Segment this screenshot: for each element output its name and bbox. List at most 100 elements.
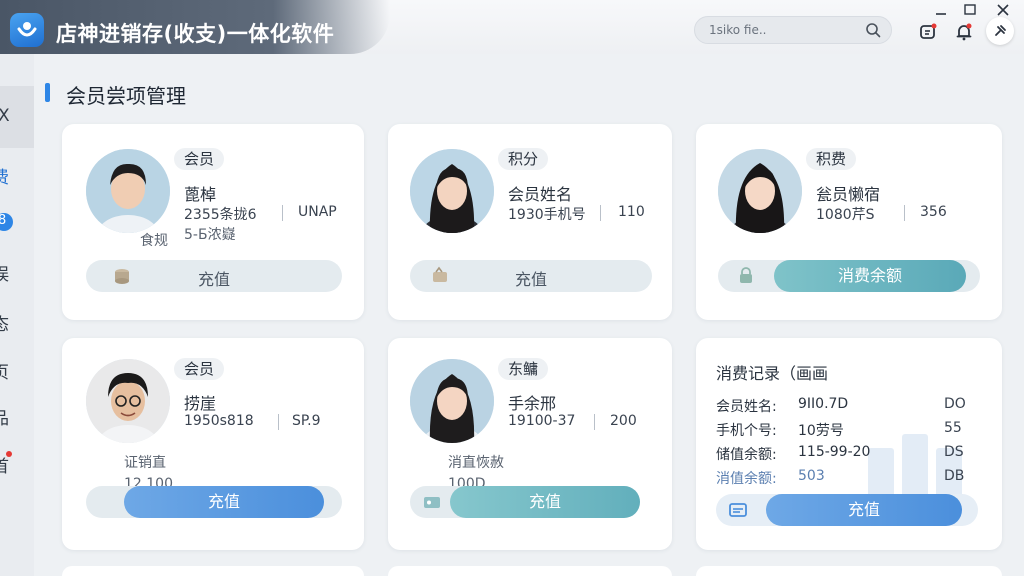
record-value: 10劳号 xyxy=(798,423,844,439)
avatar xyxy=(410,149,494,233)
divider xyxy=(600,205,601,221)
member-points: 200 xyxy=(610,413,637,429)
record-key: 储值余额: xyxy=(716,447,777,463)
search-icon[interactable] xyxy=(865,22,881,38)
member-phone: 1950s818 xyxy=(184,413,254,429)
member-card[interactable]: 积费 瓮员懒宿 1080芹S 356 消费余额 xyxy=(696,124,1002,320)
app-title: 店神进销存(收支)一体化软件 xyxy=(56,22,335,46)
member-phone: 2355条拢6 xyxy=(184,207,257,223)
record-code: DO xyxy=(944,396,966,412)
record-value: 115-99-20 xyxy=(798,444,871,460)
recharge-button-label: 充值 xyxy=(197,270,230,289)
member-name: 会员姓名 xyxy=(508,185,573,204)
sidebar-item-collapse[interactable]: X xyxy=(0,86,34,148)
recharge-button[interactable]: 充值 xyxy=(124,486,324,518)
consumption-record-card: 消费记录（画画 会员姓名: 9II0.7D DO 手机个号: 10劳号 55 储… xyxy=(696,338,1002,550)
member-name: 捞崖 xyxy=(184,394,217,413)
member-phone: 19100-37 xyxy=(508,413,576,429)
search-input[interactable]: 1siko fie.. xyxy=(694,16,892,44)
title-bar: 店神进销存(收支)一体化软件 1siko fie.. xyxy=(0,0,1024,54)
avatar xyxy=(86,149,170,233)
member-note: 证销直 xyxy=(124,455,166,471)
record-value: 9II0.7D xyxy=(798,396,849,412)
sidebar-item-label: 品 xyxy=(0,409,9,429)
member-name: 手余邢 xyxy=(508,394,557,413)
record-code: DS xyxy=(944,444,964,460)
record-value: 503 xyxy=(798,468,825,484)
sidebar-item-home[interactable]: 首 xyxy=(0,448,34,478)
coupon-icon xyxy=(424,497,440,508)
member-label: 食规 xyxy=(140,233,168,249)
divider xyxy=(904,205,905,221)
card-icon xyxy=(729,503,747,517)
avatar xyxy=(410,359,494,443)
member-level: SP.9 xyxy=(292,413,321,429)
divider xyxy=(594,414,595,430)
red-dot-icon xyxy=(6,451,12,457)
member-name: 瓮员懒宿 xyxy=(816,185,881,204)
sidebar-item-label: 娱 xyxy=(0,265,9,285)
sidebar-item-label: 8 xyxy=(0,213,7,228)
record-key: 手机个号: xyxy=(716,423,777,439)
sidebar-item-entertainment[interactable]: 娱 xyxy=(0,256,34,286)
member-note: 5-Б浓嶷 xyxy=(184,227,236,243)
section-accent-bar xyxy=(45,83,50,102)
consume-balance-button[interactable]: 消费余额 xyxy=(774,260,966,292)
member-phone: 1930手机号 xyxy=(508,207,586,223)
member-card[interactable]: 会员 捞崖 1950s818 SP.9 证销直 12.100 充值 xyxy=(62,338,364,550)
search-placeholder: 1siko fie.. xyxy=(709,23,767,37)
recharge-button[interactable]: 充值 xyxy=(450,486,640,518)
record-row: 储值余额: 115-99-20 DS xyxy=(716,444,966,464)
avatar xyxy=(86,359,170,443)
member-balance: 356 xyxy=(920,204,947,220)
pin-icon xyxy=(995,25,1006,36)
member-phone: 1080芹S xyxy=(816,207,875,223)
sidebar: X 费 8 娱 态 页 品 首 xyxy=(0,54,34,576)
member-card-partial xyxy=(696,566,1002,576)
record-code: 55 xyxy=(944,420,962,436)
sidebar-item-status[interactable]: 态 xyxy=(0,306,34,336)
member-tag: 东鳙 xyxy=(498,358,549,380)
message-icon[interactable] xyxy=(918,22,938,42)
page-title: 会员尝项管理 xyxy=(66,84,186,108)
recharge-button-label: 充值 xyxy=(514,270,547,289)
app-logo-icon xyxy=(10,13,44,47)
record-code: DB xyxy=(944,468,965,484)
member-note: 消直恢赦 xyxy=(448,455,504,471)
recharge-button[interactable]: 充值 xyxy=(766,494,962,526)
member-card[interactable]: 会员 蓖棹 2355条拢6 UNAP 5-Б浓嶷 食规 充值 xyxy=(62,124,364,320)
notification-bell-icon[interactable] xyxy=(954,22,974,42)
member-tag: 积费 xyxy=(806,148,857,170)
member-tag: 会员 xyxy=(174,358,225,380)
close-icon[interactable] xyxy=(996,4,1010,16)
member-level: UNAP xyxy=(298,204,337,220)
collapse-icon: X xyxy=(0,106,10,126)
divider xyxy=(282,205,283,221)
member-tag: 积分 xyxy=(498,148,549,170)
divider xyxy=(278,414,279,430)
minimize-icon[interactable] xyxy=(934,4,948,16)
lock-icon xyxy=(740,267,752,283)
pin-button[interactable] xyxy=(986,17,1014,45)
member-card-partial xyxy=(388,566,672,576)
sidebar-item-badge[interactable]: 8 xyxy=(0,206,34,236)
sidebar-item-product[interactable]: 品 xyxy=(0,400,34,430)
record-key: 消值余额: xyxy=(716,471,777,487)
record-row: 消值余额: 503 DB xyxy=(716,468,966,488)
member-card[interactable]: 东鳙 手余邢 19100-37 200 消直恢赦 100D 充值 xyxy=(388,338,672,550)
sidebar-item-label: 页 xyxy=(0,363,9,383)
record-row: 会员姓名: 9II0.7D DO xyxy=(716,396,966,416)
member-card-partial xyxy=(62,566,364,576)
sidebar-item-page[interactable]: 页 xyxy=(0,354,34,384)
maximize-icon[interactable] xyxy=(963,4,977,16)
member-name: 蓖棹 xyxy=(184,185,217,204)
avatar xyxy=(718,149,802,233)
member-card[interactable]: 积分 会员姓名 1930手机号 110 充值 xyxy=(388,124,672,320)
record-row: 手机个号: 10劳号 55 xyxy=(716,420,966,440)
sidebar-item-label: 费 xyxy=(0,168,9,188)
sidebar-item-fee[interactable]: 费 xyxy=(0,159,34,189)
sidebar-item-label: 态 xyxy=(0,315,9,335)
member-tag: 会员 xyxy=(174,148,225,170)
record-title: 消费记录（画画 xyxy=(716,364,829,383)
member-points: 110 xyxy=(618,204,645,220)
